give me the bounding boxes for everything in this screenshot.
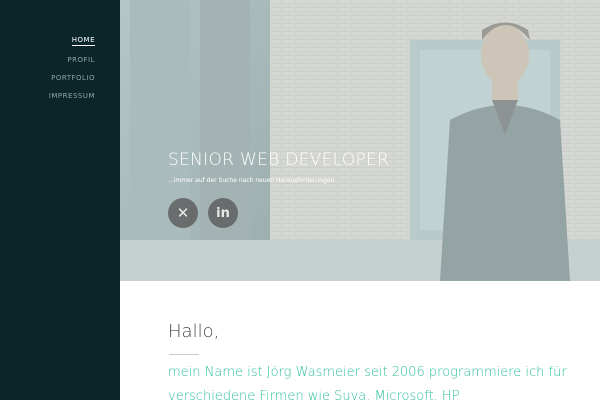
nav-item-profil[interactable]: PROFIL [49,56,95,64]
nav-item-home[interactable]: HOME [49,36,95,46]
greeting-heading: Hallo, [168,321,220,342]
hero-section: SENIOR WEB DEVELOPER ...immer auf der Su… [120,0,600,281]
nav-item-label: HOME [71,36,95,46]
linkedin-icon[interactable]: in [208,198,238,228]
nav-item-impressum[interactable]: IMPRESSUM [49,92,95,100]
hero-overlay [120,0,600,281]
sidebar: HOME PROFIL PORTFOLIO IMPRESSUM [0,0,120,400]
intro-text: mein Name ist Jörg Wasmeier seit 2006 pr… [168,365,567,400]
intro-section: Hallo, mein Name ist Jörg Wasmeier seit … [120,281,600,400]
hero-title: SENIOR WEB DEVELOPER [168,150,390,170]
divider [169,354,199,355]
xing-icon[interactable]: ✕ [168,198,198,228]
page: HOME PROFIL PORTFOLIO IMPRESSUM SENIOR W… [0,0,600,400]
nav-item-portfolio[interactable]: PORTFOLIO [49,74,95,82]
hero-subtitle: ...immer auf der Suche nach neuen Heraus… [168,177,337,184]
main-nav: HOME PROFIL PORTFOLIO IMPRESSUM [49,36,95,110]
